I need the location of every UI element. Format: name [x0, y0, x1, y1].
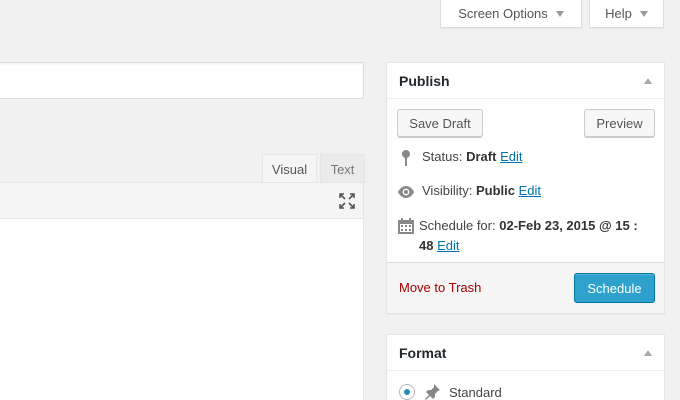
- format-option-standard[interactable]: Standard: [399, 383, 502, 400]
- schedule-label: Schedule for:: [419, 218, 496, 233]
- save-draft-button[interactable]: Save Draft: [397, 109, 483, 137]
- chevron-down-icon: [639, 10, 648, 17]
- publish-box: Publish Save Draft Preview Status: Draft…: [386, 62, 665, 314]
- help-tab[interactable]: Help: [589, 0, 664, 28]
- tab-text[interactable]: Text: [320, 154, 365, 183]
- status-value: Draft: [466, 149, 497, 164]
- pin-icon: [402, 150, 410, 166]
- schedule-row: Schedule for: 02-Feb 23, 2015 @ 15 : 48 …: [397, 216, 652, 256]
- status-row: Status: Draft Edit: [397, 149, 522, 167]
- format-radio[interactable]: [399, 384, 415, 400]
- chevron-down-icon: [555, 10, 564, 17]
- collapse-toggle-icon[interactable]: [644, 349, 652, 356]
- format-standard-label: Standard: [449, 384, 502, 400]
- move-to-trash-link[interactable]: Move to Trash: [399, 280, 481, 295]
- schedule-button[interactable]: Schedule: [574, 273, 655, 303]
- editor-toolbar: [0, 182, 364, 219]
- publish-header[interactable]: Publish: [387, 63, 664, 99]
- format-title: Format: [399, 344, 447, 361]
- edit-visibility-link[interactable]: Edit: [519, 183, 541, 198]
- eye-icon: [398, 186, 414, 198]
- visibility-value: Public: [475, 183, 515, 198]
- calendar-icon: [398, 218, 414, 234]
- major-publishing-actions: Move to Trash Schedule: [387, 262, 664, 313]
- edit-status-link[interactable]: Edit: [500, 149, 522, 164]
- help-label: Help: [605, 6, 632, 21]
- edit-schedule-link[interactable]: Edit: [437, 238, 459, 253]
- visibility-label: Visibility:: [422, 183, 473, 198]
- thumbtack-icon: [425, 384, 440, 400]
- format-header[interactable]: Format: [387, 335, 664, 371]
- radio-selected-dot: [404, 389, 410, 395]
- screen-options-tab[interactable]: Screen Options: [440, 0, 582, 28]
- schedule-text: Schedule for: 02-Feb 23, 2015 @ 15 : 48 …: [419, 216, 652, 256]
- tab-visual[interactable]: Visual: [262, 154, 317, 183]
- screen-options-label: Screen Options: [458, 6, 548, 21]
- format-box: Format Standard: [386, 334, 665, 400]
- visibility-row: Visibility: Public Edit: [397, 183, 541, 201]
- collapse-toggle-icon[interactable]: [644, 77, 652, 84]
- preview-button[interactable]: Preview: [584, 109, 655, 137]
- editor-content-area[interactable]: [0, 218, 364, 400]
- publish-title: Publish: [399, 72, 450, 89]
- fullscreen-icon[interactable]: [339, 193, 355, 209]
- post-title-input[interactable]: [0, 62, 364, 99]
- status-label: Status:: [422, 149, 463, 164]
